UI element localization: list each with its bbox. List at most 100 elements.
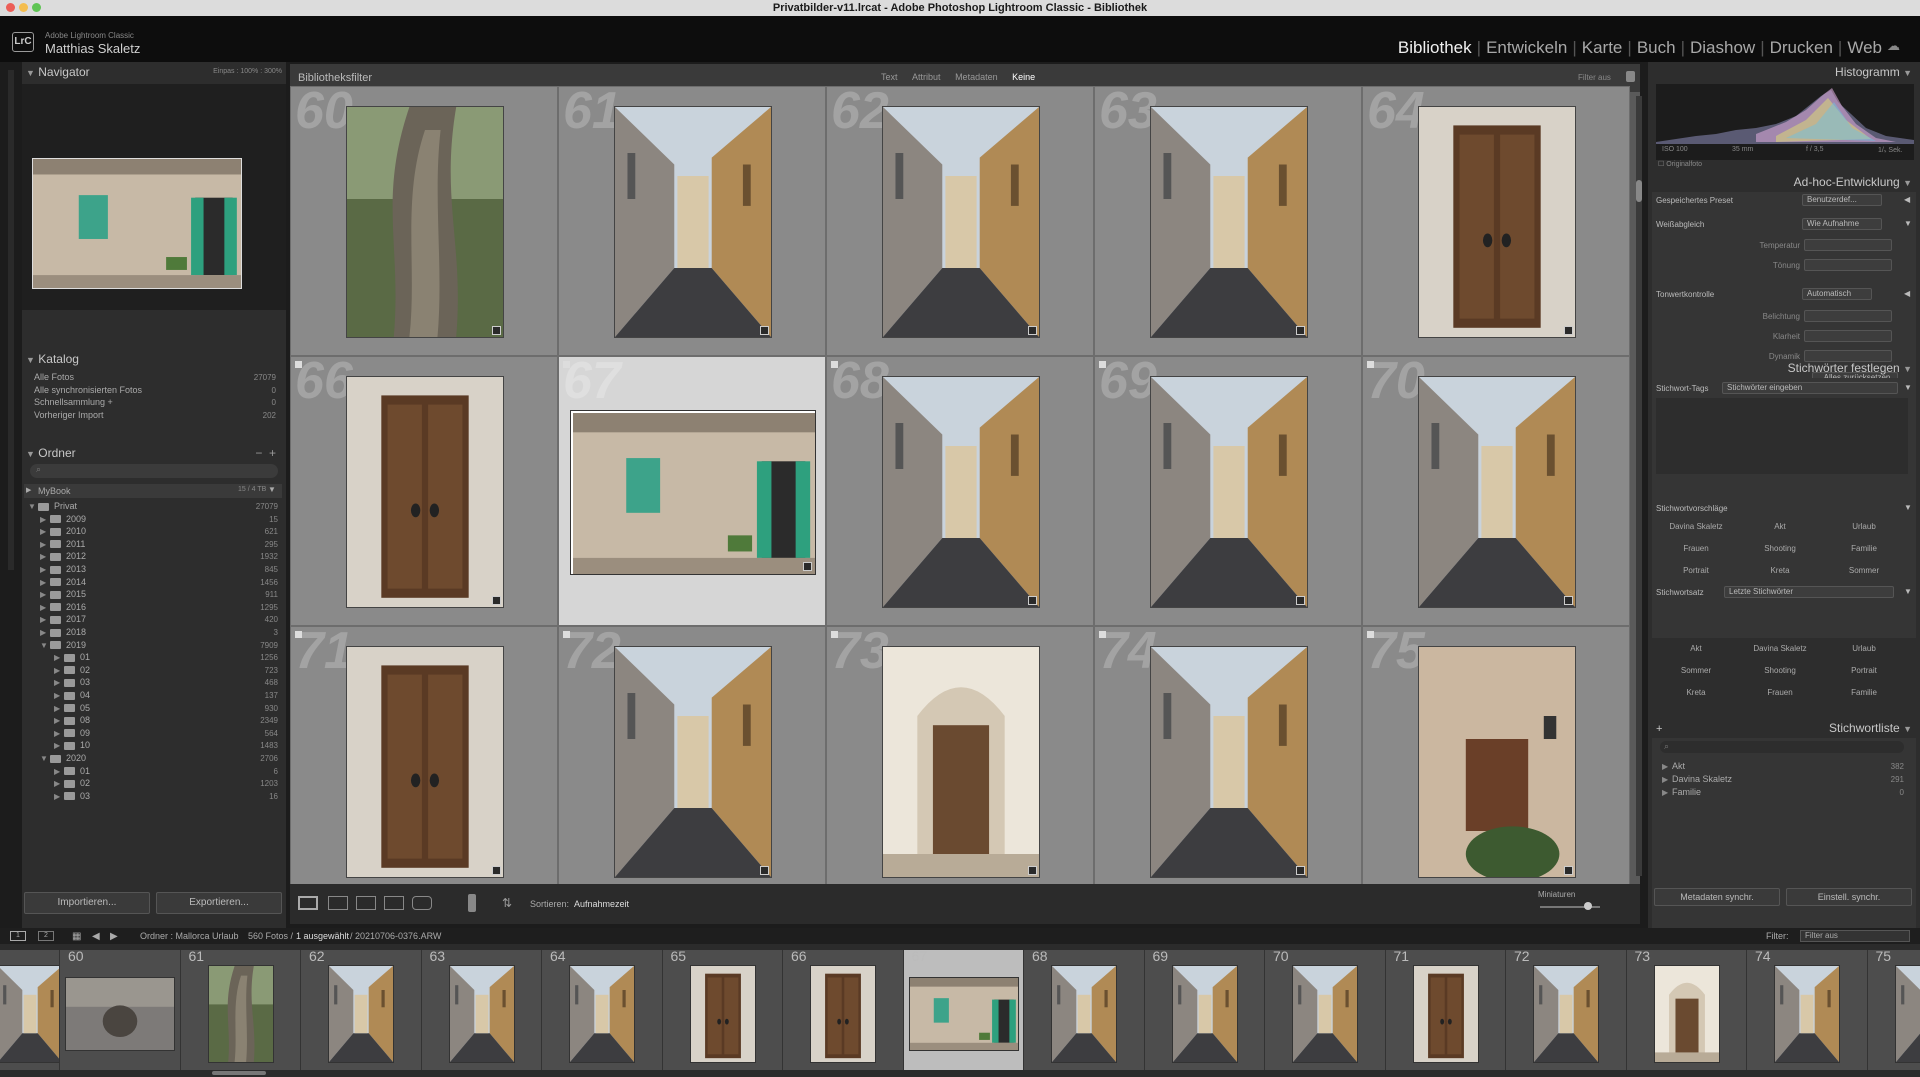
expand-triangle-icon[interactable]: ▶ — [40, 565, 50, 574]
catalog-item[interactable]: Schnellsammlung + 0 — [32, 396, 276, 408]
tint-buttons[interactable] — [1804, 259, 1892, 271]
edited-badge-icon[interactable] — [760, 326, 769, 335]
expand-triangle-icon[interactable]: ▶ — [54, 691, 64, 700]
expand-triangle-icon[interactable]: ▶ — [54, 678, 64, 687]
edited-badge-icon[interactable] — [803, 561, 812, 571]
filmstrip-cell[interactable]: 65 — [662, 950, 783, 1070]
flag-icon[interactable] — [295, 361, 302, 368]
grid-thumbnail[interactable] — [1418, 106, 1576, 338]
edited-badge-icon[interactable] — [1028, 596, 1037, 605]
filmstrip-cell[interactable]: 74 — [1747, 950, 1868, 1070]
filmstrip-thumbnail[interactable] — [328, 965, 395, 1063]
filmstrip-filter-select[interactable]: Filter aus — [1800, 930, 1910, 942]
grid-cell[interactable]: 71 — [290, 626, 558, 896]
folder-item[interactable]: ▶ 2017 420 — [24, 613, 278, 625]
catalog-item[interactable]: Alle Fotos 27079 — [32, 371, 276, 383]
grid-cell[interactable]: 61 — [558, 86, 826, 356]
keyword-set-item[interactable]: Davina Skaletz — [1740, 644, 1820, 653]
keyword-suggestion[interactable]: Frauen — [1656, 544, 1736, 553]
module-web[interactable]: Web — [1842, 38, 1887, 58]
white-balance-select[interactable]: Wie Aufnahme — [1802, 218, 1882, 230]
filmstrip-cell[interactable]: 60 — [60, 950, 181, 1070]
filmstrip-thumbnail[interactable] — [569, 965, 636, 1063]
keyword-set-item[interactable]: Frauen — [1740, 688, 1820, 697]
folder-item[interactable]: ▶ 10 1483 — [24, 739, 278, 751]
keyword-set-item[interactable]: Portrait — [1824, 666, 1904, 675]
expand-triangle-icon[interactable]: ▶ — [54, 792, 64, 801]
original-photo-checkbox[interactable]: ☐ Originalfoto — [1658, 160, 1702, 168]
edited-badge-icon[interactable] — [492, 866, 501, 875]
wb-collapse-icon[interactable]: ▼ — [1904, 219, 1912, 228]
module-karte[interactable]: Karte — [1577, 38, 1628, 58]
forward-arrow-icon[interactable]: ▶ — [110, 929, 118, 945]
temperature-buttons[interactable] — [1804, 239, 1892, 251]
flag-icon[interactable] — [563, 631, 570, 638]
flag-icon[interactable] — [831, 361, 838, 368]
zoom-window-icon[interactable] — [32, 3, 41, 12]
folder-item[interactable]: ▶ 02 1203 — [24, 777, 278, 789]
grid-thumbnail[interactable] — [346, 106, 504, 338]
folder-item[interactable]: ▶ 2011 295 — [24, 538, 278, 550]
grid-cell[interactable]: 64 — [1362, 86, 1630, 356]
sync-metadata-button[interactable]: Metadaten synchr. — [1654, 888, 1780, 906]
flag-icon[interactable] — [1099, 631, 1106, 638]
left-panel-scrollbar[interactable] — [8, 70, 14, 570]
folder-item[interactable]: ▼ 2020 2706 — [24, 752, 278, 764]
filmstrip-cell[interactable]: 62 — [301, 950, 422, 1070]
close-window-icon[interactable] — [6, 3, 15, 12]
keyword-tags-select[interactable]: Stichwörter eingeben — [1722, 382, 1898, 394]
module-diashow[interactable]: Diashow — [1685, 38, 1760, 58]
expand-triangle-icon[interactable]: ▶ — [40, 578, 50, 587]
keyword-suggestion[interactable]: Portrait — [1656, 566, 1736, 575]
folder-item[interactable]: ▶ 03 16 — [24, 790, 278, 802]
filmstrip-scroll-thumb[interactable] — [212, 1071, 266, 1075]
filmstrip-cell[interactable] — [0, 950, 60, 1070]
grid-thumbnail[interactable] — [1418, 376, 1576, 608]
grid-scrollbar[interactable] — [1636, 96, 1642, 876]
grid-thumbnail[interactable] — [882, 106, 1040, 338]
preset-expand-icon[interactable]: ◀ — [1904, 195, 1910, 204]
module-drucken[interactable]: Drucken — [1765, 38, 1838, 58]
expand-triangle-icon[interactable]: ▼ — [40, 754, 50, 763]
saved-preset-select[interactable]: Benutzerdef... — [1802, 194, 1882, 206]
minimize-window-icon[interactable] — [19, 3, 28, 12]
keyword-filter-input[interactable]: ⌕ — [1660, 741, 1904, 753]
grid-cell[interactable]: 73 — [826, 626, 1094, 896]
quick-develop-header[interactable]: Ad-hoc-Entwicklung ▼ — [1794, 172, 1912, 192]
keyword-suggestion[interactable]: Shooting — [1740, 544, 1820, 553]
thumbnail-size-handle[interactable] — [1584, 902, 1592, 910]
catalog-item[interactable]: Vorheriger Import 202 — [32, 409, 276, 421]
edited-badge-icon[interactable] — [1296, 326, 1305, 335]
sort-direction-icon[interactable]: ⇅ — [502, 896, 512, 910]
keyword-text-area[interactable] — [1656, 398, 1908, 474]
back-arrow-icon[interactable]: ◀ — [92, 929, 100, 945]
keyword-suggestion[interactable]: Davina Skaletz — [1656, 522, 1736, 531]
flag-icon[interactable] — [831, 631, 838, 638]
folder-add-remove[interactable]: − + — [255, 443, 276, 463]
filmstrip-cell[interactable]: 73 — [1626, 950, 1747, 1070]
volume-dropdown-icon[interactable]: ▼ — [268, 485, 276, 494]
edited-badge-icon[interactable] — [1564, 326, 1573, 335]
filmstrip-cell[interactable]: 72 — [1506, 950, 1627, 1070]
sort-value[interactable]: Aufnahmezeit — [574, 899, 629, 909]
filter-tab-text[interactable]: Text — [875, 72, 904, 82]
expand-triangle-icon[interactable]: ▶ — [54, 704, 64, 713]
expand-triangle-icon[interactable]: ▶ — [54, 779, 64, 788]
filmstrip-thumbnail[interactable] — [1774, 965, 1841, 1063]
filter-tab-attribut[interactable]: Attribut — [906, 72, 947, 82]
grid-small-icon[interactable]: ▦ — [72, 929, 81, 945]
volume-row[interactable]: ▶ MyBook 15 / 4 TB ▼ — [24, 484, 282, 498]
filmstrip-cell[interactable]: 66 — [783, 950, 904, 1070]
filmstrip-thumbnail[interactable] — [448, 965, 515, 1063]
folder-item[interactable]: ▶ 02 723 — [24, 664, 278, 676]
filmstrip-thumbnail[interactable] — [1292, 965, 1359, 1063]
grid-thumbnail[interactable] — [346, 646, 504, 878]
catalog-item[interactable]: Alle synchronisierten Fotos 0 — [32, 384, 276, 396]
expand-triangle-icon[interactable]: ▶ — [54, 716, 64, 725]
sync-settings-button[interactable]: Einstell. synchr. — [1786, 888, 1912, 906]
filmstrip-thumbnail[interactable] — [810, 965, 877, 1063]
tone-expand-icon[interactable]: ◀ — [1904, 289, 1910, 298]
folder-item[interactable]: ▶ 2018 3 — [24, 626, 278, 638]
filmstrip-cell[interactable]: 70 — [1265, 950, 1386, 1070]
keyword-suggestion[interactable]: Sommer — [1824, 566, 1904, 575]
